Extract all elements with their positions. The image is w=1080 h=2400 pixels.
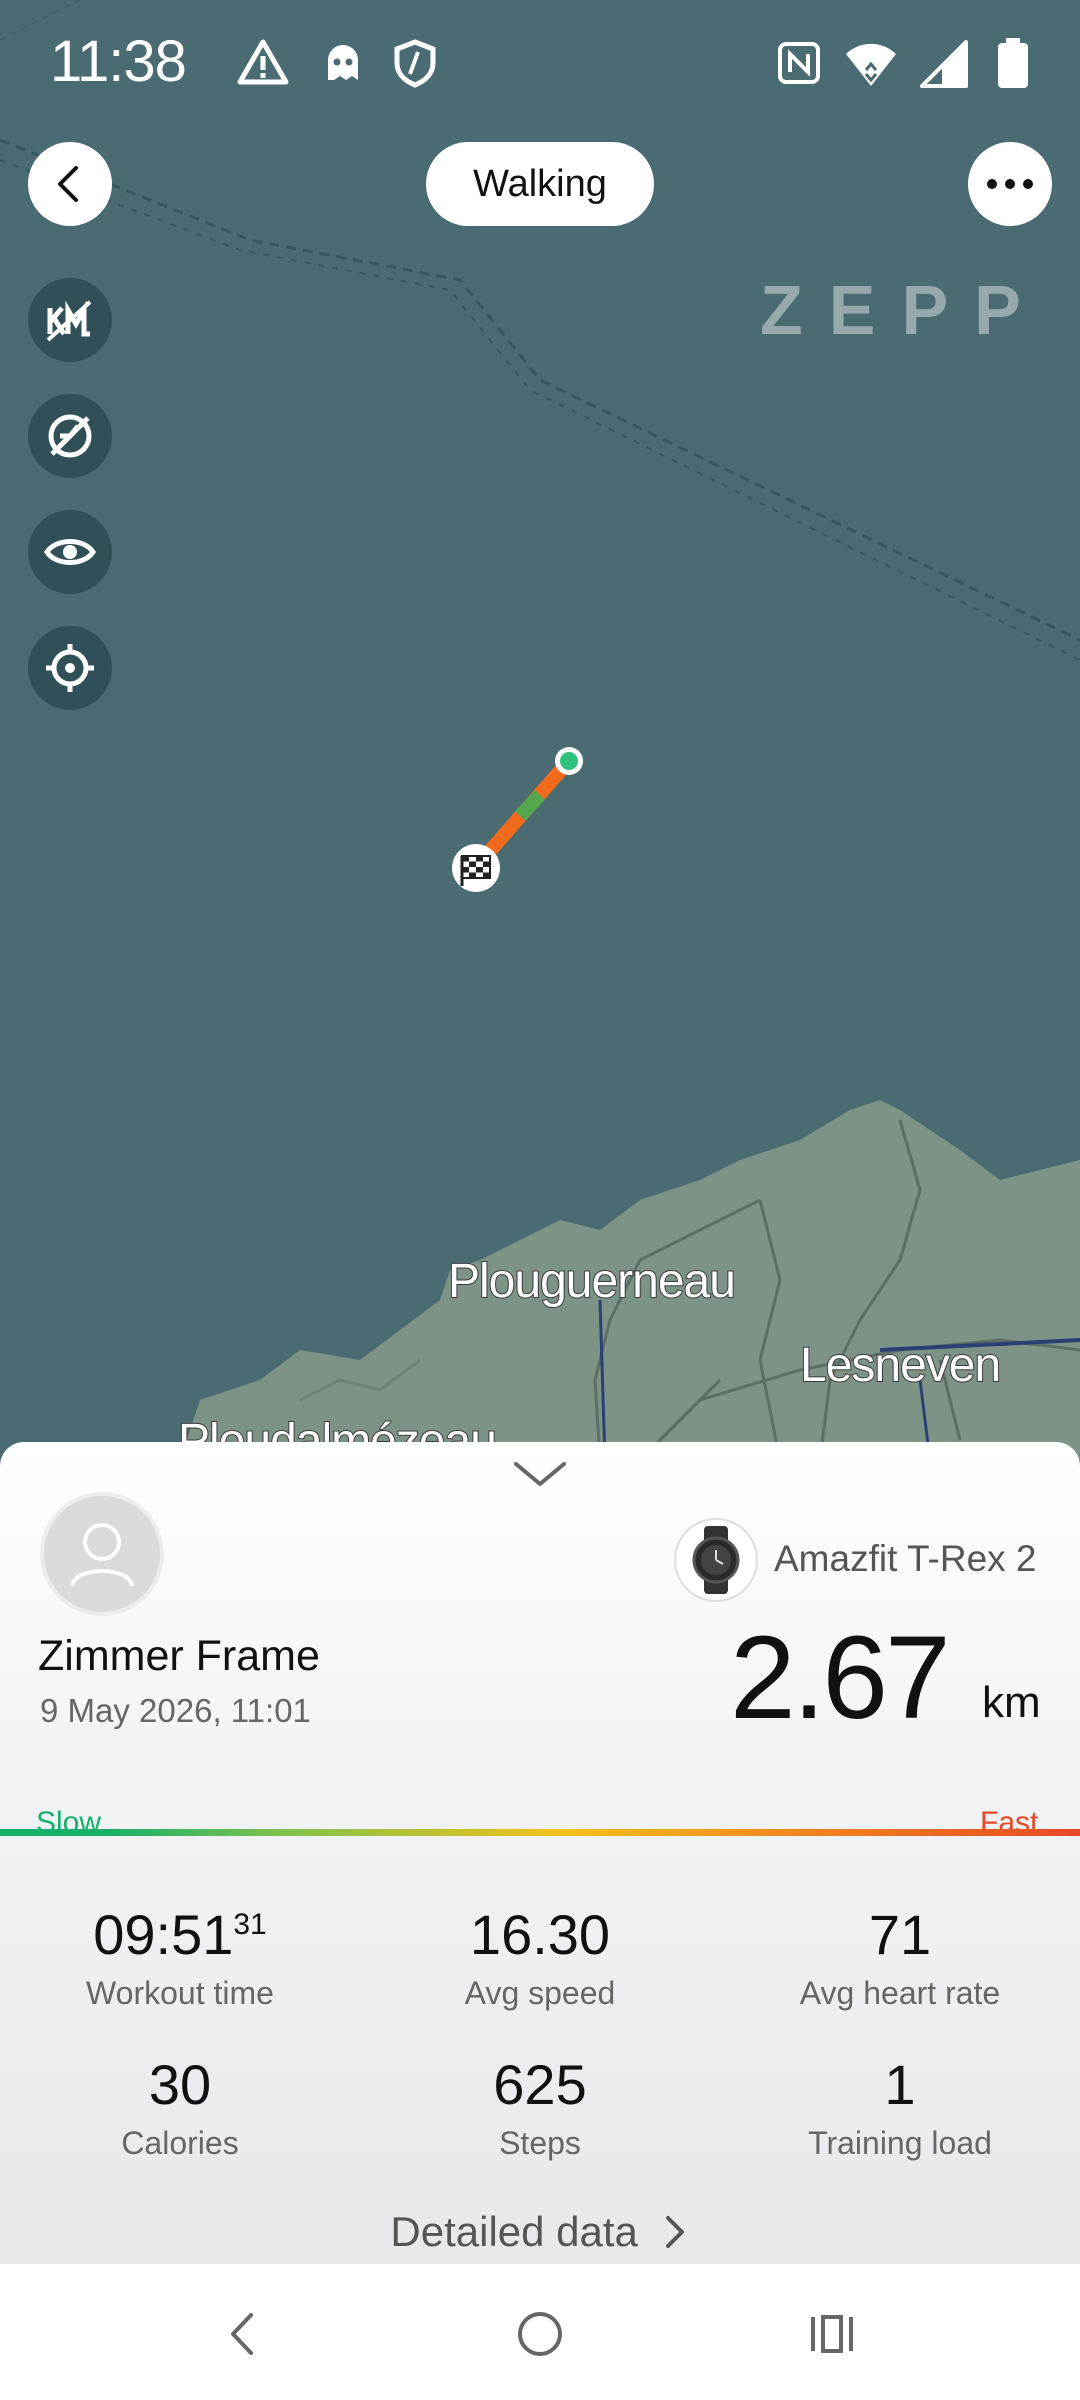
- stat-value: 1: [884, 2053, 916, 2116]
- workout-summary-sheet: Amazfit T-Rex 2 Zimmer Frame 9 May 2026,…: [0, 1442, 1080, 2264]
- stat-label: Avg speed: [464, 1975, 616, 2011]
- stat-label: Training load: [808, 2125, 992, 2161]
- avatar-icon: [70, 1523, 134, 1587]
- hide-speed-icon: [48, 414, 92, 458]
- stat-avg-speed: 16.30 Avg speed: [360, 1902, 720, 2012]
- status-time: 11:38: [50, 29, 187, 94]
- stat-avg-heart-rate: 71 Avg heart rate: [720, 1902, 1080, 2012]
- stat-label: Calories: [121, 2125, 239, 2161]
- nav-home-icon: [518, 2312, 562, 2356]
- stat-value: 625: [493, 2053, 587, 2116]
- device-image: [674, 1518, 758, 1602]
- stat-calories: 30 Calories: [0, 2052, 360, 2162]
- stat-value: 71: [868, 1903, 932, 1966]
- stat-value-seconds: 31: [233, 1908, 267, 1941]
- nav-home-button[interactable]: [500, 2294, 580, 2374]
- stat-workout-time: 09:5131 Workout time: [0, 1902, 360, 2012]
- chevron-right-icon: [665, 2216, 684, 2248]
- eye-icon: [44, 539, 96, 565]
- stat-label: Steps: [499, 2125, 581, 2161]
- toggle-speed-button[interactable]: [28, 394, 112, 478]
- hide-km-markers-icon: [46, 300, 92, 342]
- stat-value: 16.30: [469, 1903, 611, 1966]
- map-label-lesneven: Lesneven: [799, 1338, 1002, 1393]
- wifi-icon: [846, 43, 896, 86]
- stat-steps: 625 Steps: [360, 2052, 720, 2162]
- more-options-button[interactable]: [968, 142, 1052, 226]
- battery-icon: [998, 38, 1028, 88]
- nav-back-button[interactable]: [204, 2294, 284, 2374]
- brand-logo: ZEPP: [760, 271, 1047, 349]
- ghost-icon: [328, 45, 358, 80]
- device-name[interactable]: Amazfit T-Rex 2: [774, 1538, 1037, 1580]
- nav-back-icon: [231, 2313, 253, 2355]
- stat-label: Avg heart rate: [799, 1975, 1001, 2011]
- pace-gradient-bar: [0, 1829, 1080, 1836]
- back-button[interactable]: [28, 142, 112, 226]
- distance-unit: km: [982, 1678, 1041, 1727]
- back-arrow-icon: [58, 166, 78, 202]
- more-icon: [987, 179, 1033, 189]
- status-bar: 11:38: [0, 0, 1080, 120]
- map-label-plouguerneau: Plouguerneau: [447, 1254, 737, 1309]
- warning-icon: [237, 39, 289, 85]
- nav-recents-button[interactable]: [792, 2294, 872, 2374]
- stat-training-load: 1 Training load: [720, 2052, 1080, 2162]
- stat-value: 30: [148, 2053, 212, 2116]
- nav-recents-icon: [811, 2315, 853, 2353]
- collapse-sheet-button[interactable]: [510, 1456, 570, 1497]
- stat-value: 09:51: [93, 1903, 234, 1966]
- distance-value: 2.67: [730, 1612, 951, 1744]
- shield-icon: [394, 39, 436, 88]
- avatar[interactable]: [40, 1492, 164, 1616]
- detailed-data-link[interactable]: Detailed data: [0, 2208, 1080, 2256]
- watch-icon: [692, 1526, 740, 1594]
- signal-icon: [920, 40, 968, 88]
- locate-icon: [46, 644, 94, 692]
- detailed-data-label: Detailed data: [390, 2208, 638, 2255]
- collapse-chevron-icon: [514, 1462, 566, 1486]
- system-nav-bar: [0, 2264, 1080, 2400]
- nfc-icon: [778, 42, 820, 84]
- toggle-visibility-button[interactable]: [28, 510, 112, 594]
- toggle-km-markers-button[interactable]: [28, 278, 112, 362]
- recenter-button[interactable]: [28, 626, 112, 710]
- activity-type-pill[interactable]: Walking: [426, 142, 654, 226]
- stat-label: Workout time: [86, 1975, 274, 2011]
- user-name: Zimmer Frame: [38, 1632, 320, 1680]
- workout-date: 9 May 2026, 11:01: [40, 1692, 311, 1729]
